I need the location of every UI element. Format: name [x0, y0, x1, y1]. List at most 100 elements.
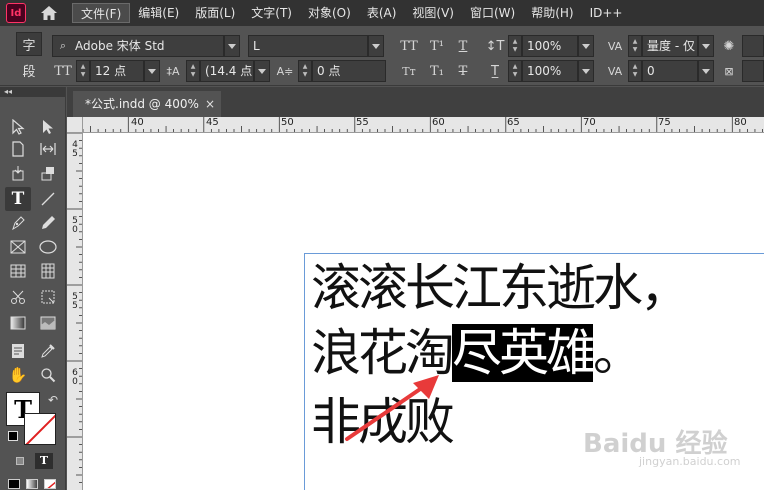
apply-none-icon[interactable] — [44, 479, 56, 489]
indesign-app-icon[interactable]: Id — [6, 3, 26, 23]
underline-icon[interactable]: T — [452, 35, 474, 57]
document-tab[interactable]: *公式.indd @ 400% × — [73, 91, 221, 117]
vertical-scale-dropdown[interactable] — [578, 35, 594, 57]
character-spacing-field[interactable]: 0 点 — [312, 60, 386, 82]
leading-icon: ‡A — [166, 64, 180, 78]
menu-object[interactable]: 对象(O) — [300, 3, 359, 23]
horizontal-scale-icon: T̲ — [491, 63, 499, 79]
page-canvas[interactable]: 滚滚长江东逝水， 浪花淘尽英雄。 非成败 Baidu 经验 jingyan.ba… — [83, 133, 764, 490]
menu-window[interactable]: 窗口(W) — [462, 3, 523, 23]
skew-icon[interactable]: ⊠ — [718, 60, 740, 82]
document-tab-title: *公式.indd @ 400% — [85, 97, 199, 111]
font-size-field[interactable]: 12 点 — [90, 60, 144, 82]
leading-field[interactable]: (14.4 点 — [200, 60, 254, 82]
tracking-dropdown[interactable] — [698, 60, 714, 82]
font-style-dropdown[interactable] — [368, 35, 384, 57]
font-size-dropdown[interactable] — [144, 60, 160, 82]
kerning-field[interactable]: 量度 - 仅 — [642, 35, 698, 57]
stroke-none-swatch[interactable] — [24, 413, 56, 445]
font-style-field[interactable]: L — [248, 35, 368, 57]
menu-help[interactable]: 帮助(H) — [523, 3, 581, 23]
default-fill-stroke-icon[interactable] — [8, 431, 18, 441]
type-tool-icon[interactable]: T — [5, 187, 31, 211]
gap-tool-icon[interactable] — [35, 137, 61, 161]
content-collector-icon[interactable] — [5, 161, 31, 185]
gradient-feather-tool-icon[interactable] — [35, 311, 61, 335]
ruler-label: 75 — [658, 117, 671, 128]
menu-view[interactable]: 视图(V) — [404, 3, 462, 23]
leading-stepper[interactable]: ▲ ▼ — [186, 60, 200, 82]
menu-file[interactable]: 文件(F) — [72, 3, 131, 23]
ruler-label: 5 5 — [72, 292, 78, 311]
small-caps-icon[interactable]: Tт — [398, 60, 420, 82]
baseline-settings-icon[interactable]: ✺ — [718, 35, 740, 57]
vertical-scale-stepper[interactable]: ▲ ▼ — [508, 35, 522, 57]
apply-to-container-icon[interactable] — [16, 457, 24, 465]
baseline-field[interactable] — [742, 35, 764, 57]
apply-gradient-icon[interactable] — [26, 479, 38, 489]
vertical-ruler[interactable]: 4 5 5 0 5 5 6 0 — [67, 133, 83, 490]
menu-table[interactable]: 表(A) — [359, 3, 405, 23]
skew-field[interactable] — [742, 60, 764, 82]
horizontal-scale-field[interactable]: 100% — [522, 60, 578, 82]
collapse-panel-icon[interactable]: ◂◂ — [0, 87, 65, 97]
line-tool-icon[interactable] — [35, 187, 61, 211]
page-tool-icon[interactable] — [5, 137, 31, 161]
character-mode-button[interactable]: 字 — [16, 32, 42, 56]
frame-grid-tool-icon[interactable] — [35, 259, 61, 283]
swap-fill-stroke-icon[interactable]: ↶ — [48, 393, 58, 407]
zoom-tool-icon[interactable] — [35, 363, 61, 387]
horizontal-scale-dropdown[interactable] — [578, 60, 594, 82]
close-tab-icon[interactable]: × — [205, 91, 215, 117]
font-search-icon: ⌕ — [59, 39, 67, 52]
subscript-icon[interactable]: T₁ — [426, 60, 448, 82]
font-size-icon: TT — [54, 63, 72, 79]
character-spacing-icon: A≑ — [276, 64, 294, 78]
gradient-swatch-tool-icon[interactable] — [5, 311, 31, 335]
text-line-1[interactable]: 滚滚长江东逝水， — [311, 258, 690, 318]
menu-idplusplus[interactable]: ID++ — [582, 3, 631, 23]
rectangle-frame-tool-icon[interactable] — [5, 235, 31, 259]
ellipse-tool-icon[interactable] — [35, 235, 61, 259]
content-placer-icon[interactable] — [35, 161, 61, 185]
tracking-field[interactable]: 0 — [642, 60, 698, 82]
selection-tool-icon[interactable] — [5, 115, 31, 139]
pencil-tool-icon[interactable] — [35, 211, 61, 235]
ruler-origin[interactable] — [67, 117, 83, 133]
all-caps-icon[interactable]: TT — [398, 35, 420, 57]
vertical-scale-field[interactable]: 100% — [522, 35, 578, 57]
pen-tool-icon[interactable] — [5, 211, 31, 235]
apply-to-text-icon[interactable]: T — [35, 453, 53, 469]
kerning-icon: VA — [607, 39, 623, 53]
font-size-stepper[interactable]: ▲ ▼ — [76, 60, 90, 82]
menu-edit[interactable]: 编辑(E) — [130, 3, 187, 23]
menu-layout[interactable]: 版面(L) — [187, 3, 243, 23]
document-window: *公式.indd @ 400% × 40 45 50 55 60 65 70 7… — [67, 87, 764, 490]
kerning-stepper[interactable]: ▲ ▼ — [628, 35, 642, 57]
strikethrough-icon[interactable]: T — [452, 60, 474, 82]
menu-type[interactable]: 文字(T) — [243, 3, 300, 23]
paragraph-mode-button[interactable]: 段 — [16, 58, 42, 82]
table-tool-icon[interactable] — [5, 259, 31, 283]
kerning-dropdown[interactable] — [698, 35, 714, 57]
apply-color-icon[interactable] — [8, 479, 20, 489]
note-tool-icon[interactable] — [5, 339, 31, 363]
horizontal-scale-stepper[interactable]: ▲ ▼ — [508, 60, 522, 82]
tracking-stepper[interactable]: ▲ ▼ — [628, 60, 642, 82]
home-icon[interactable] — [36, 0, 62, 26]
horizontal-ruler[interactable]: 40 45 50 55 60 65 70 75 80 — [83, 117, 764, 133]
scissors-tool-icon[interactable] — [5, 285, 31, 309]
character-spacing-stepper[interactable]: ▲ ▼ — [298, 60, 312, 82]
direct-selection-tool-icon[interactable] — [35, 115, 61, 139]
superscript-icon[interactable]: T¹ — [426, 35, 448, 57]
free-transform-tool-icon[interactable] — [35, 285, 61, 309]
leading-dropdown[interactable] — [254, 60, 270, 82]
font-family-field[interactable]: Adobe 宋体 Std — [52, 35, 224, 57]
selected-text[interactable]: 尽英雄 — [452, 324, 596, 382]
hand-tool-icon[interactable]: ✋ — [5, 363, 31, 387]
ruler-label: 50 — [281, 117, 294, 128]
document-tab-bar: *公式.indd @ 400% × — [67, 87, 764, 117]
eyedropper-tool-icon[interactable] — [35, 339, 61, 363]
font-family-dropdown[interactable] — [224, 35, 240, 57]
ruler-label: 55 — [356, 117, 369, 128]
